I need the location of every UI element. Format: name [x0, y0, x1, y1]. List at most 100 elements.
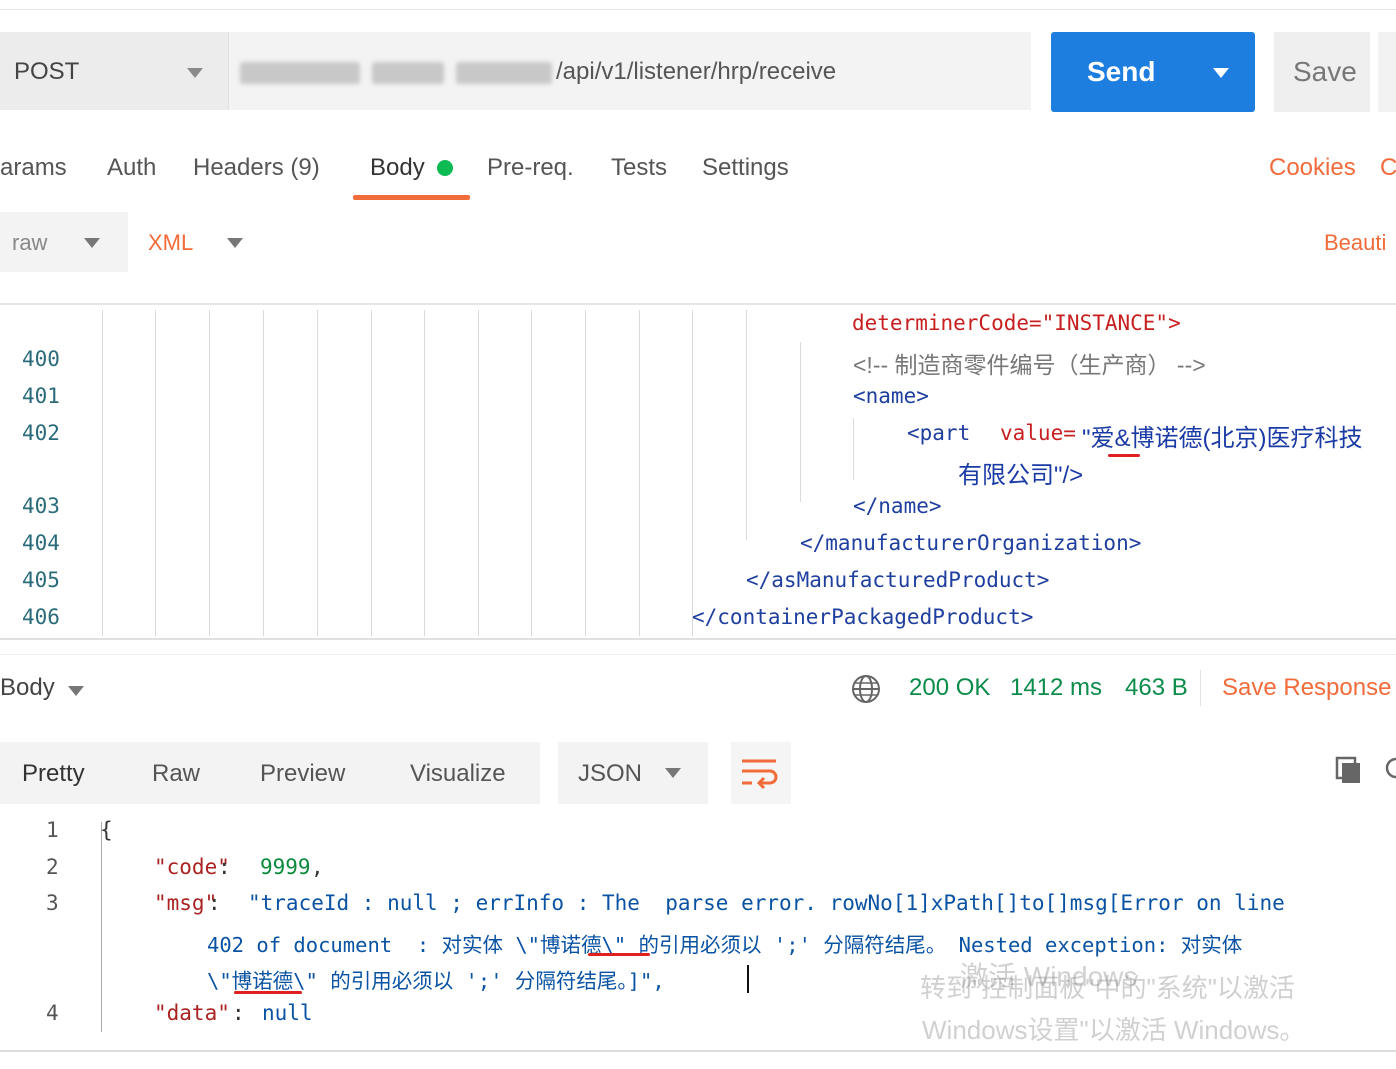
save-response-button[interactable]: Save Response [1222, 674, 1391, 702]
indent-guide [101, 822, 102, 1032]
search-icon[interactable] [1384, 755, 1396, 785]
indent-guide [800, 342, 801, 502]
response-section-select[interactable]: Body [0, 674, 55, 702]
code-attribute-value: "爱&博诺德(北京)医疗科技 [1082, 425, 1363, 452]
indent-guide [531, 310, 532, 636]
indent-guide [371, 310, 372, 636]
tab-tests[interactable]: Tests [611, 154, 667, 182]
json-number: 9999 [260, 855, 311, 879]
code-comment: <!-- 制造商零件编号（生产商） --> [853, 352, 1206, 378]
tab-headers[interactable]: Headers (9) [193, 154, 320, 182]
code-line: <name> [853, 384, 929, 408]
url-path: /api/v1/listener/hrp/receive [556, 58, 837, 85]
method-label: POST [14, 58, 80, 85]
code-line: </name> [853, 494, 942, 518]
line-number: 2 [46, 855, 59, 879]
redacted-host [456, 62, 552, 84]
line-number: 402 [22, 421, 60, 445]
indent-guide [639, 310, 640, 636]
text-cursor [747, 965, 749, 993]
code-line: </manufacturerOrganization> [800, 531, 1142, 555]
line-number: 4 [46, 1001, 59, 1025]
save-button-label: Save [1293, 56, 1357, 87]
tab-prerequest[interactable]: Pre-req. [487, 154, 574, 182]
active-tab-underline [353, 195, 470, 200]
code-line: </asManufacturedProduct> [746, 568, 1050, 592]
redacted-host [372, 62, 444, 84]
json-colon: : [218, 855, 231, 879]
top-divider [0, 9, 1396, 10]
send-dropdown-icon[interactable] [1213, 68, 1229, 78]
line-number: 401 [22, 384, 60, 408]
body-mode-label: raw [12, 230, 48, 255]
code-attribute: value= [1000, 421, 1076, 445]
copy-icon[interactable] [1334, 755, 1364, 785]
chevron-down-icon[interactable] [665, 768, 681, 778]
indent-guide [424, 310, 425, 636]
json-comma: , [311, 855, 324, 879]
tab-auth[interactable]: Auth [107, 154, 156, 182]
json-null: null [262, 1001, 313, 1025]
beautify-link[interactable]: Beauti [1324, 230, 1386, 256]
body-format-select[interactable]: XML [148, 230, 193, 256]
line-number: 1 [46, 818, 59, 842]
json-string: "traceId : null ; errInfo : The parse er… [248, 891, 1285, 915]
tab-visualize[interactable]: Visualize [410, 760, 506, 788]
line-number: 400 [22, 347, 60, 371]
chevron-down-icon[interactable] [68, 686, 84, 696]
section-divider [0, 654, 1396, 655]
line-number: 405 [22, 568, 60, 592]
activation-watermark: Windows设置"以激活 Windows。 [922, 1015, 1306, 1045]
code-attribute-value: 有限公司"/> [958, 462, 1084, 489]
cookies-link[interactable]: Cookies [1269, 154, 1356, 182]
indent-guide [692, 310, 693, 636]
response-time[interactable]: 1412 ms [1010, 674, 1102, 702]
json-key: "data" [154, 1001, 230, 1025]
chevron-down-icon[interactable] [84, 238, 100, 248]
tab-raw[interactable]: Raw [152, 760, 200, 788]
json-colon: : [232, 1001, 245, 1025]
code-line: </containerPackagedProduct> [692, 605, 1034, 629]
indent-guide [317, 310, 318, 636]
code-line: determinerCode="INSTANCE"> [852, 311, 1181, 335]
wrap-lines-icon [742, 759, 778, 790]
json-colon: : [208, 891, 221, 915]
activation-watermark: 转到"控制面板"中的"系统"以激活 [920, 973, 1295, 1003]
chevron-down-icon[interactable] [187, 68, 203, 78]
indent-guide [102, 310, 103, 636]
divider [1200, 670, 1201, 706]
redacted-host [240, 62, 360, 84]
chevron-down-icon[interactable] [227, 238, 243, 248]
tab-params[interactable]: arams [0, 154, 67, 182]
indent-guide [263, 310, 264, 636]
body-active-indicator [437, 160, 453, 176]
json-string: \"博诺德\" 的引用必须以 ';' 分隔符结尾。]", [207, 969, 665, 993]
response-size[interactable]: 463 B [1125, 674, 1188, 702]
status-badge[interactable]: 200 OK [909, 674, 990, 702]
more-button[interactable] [1378, 32, 1396, 112]
indent-guide [478, 310, 479, 636]
json-string: 402 of document : 对实体 \"博诺德\" 的引用必须以 ';'… [207, 933, 1243, 957]
code-link[interactable]: C [1380, 154, 1396, 182]
code-line: <part [907, 421, 971, 445]
line-number: 403 [22, 494, 60, 518]
error-underline [234, 991, 302, 994]
tab-body[interactable]: Body [370, 154, 425, 182]
response-format-label: JSON [578, 760, 643, 787]
line-number: 406 [22, 605, 60, 629]
code-line: { [100, 818, 113, 842]
indent-guide [853, 418, 854, 480]
error-underline [588, 953, 650, 956]
indent-guide [585, 310, 586, 636]
editor-resize-handle[interactable] [0, 638, 1396, 640]
section-divider [0, 303, 1396, 305]
indent-guide [209, 310, 210, 636]
indent-guide [746, 310, 747, 540]
tab-preview[interactable]: Preview [260, 760, 345, 788]
line-number: 404 [22, 531, 60, 555]
bottom-divider [0, 1050, 1396, 1052]
globe-icon[interactable] [851, 674, 881, 704]
tab-pretty[interactable]: Pretty [22, 760, 85, 788]
tab-settings[interactable]: Settings [702, 154, 789, 182]
indent-guide [155, 310, 156, 636]
